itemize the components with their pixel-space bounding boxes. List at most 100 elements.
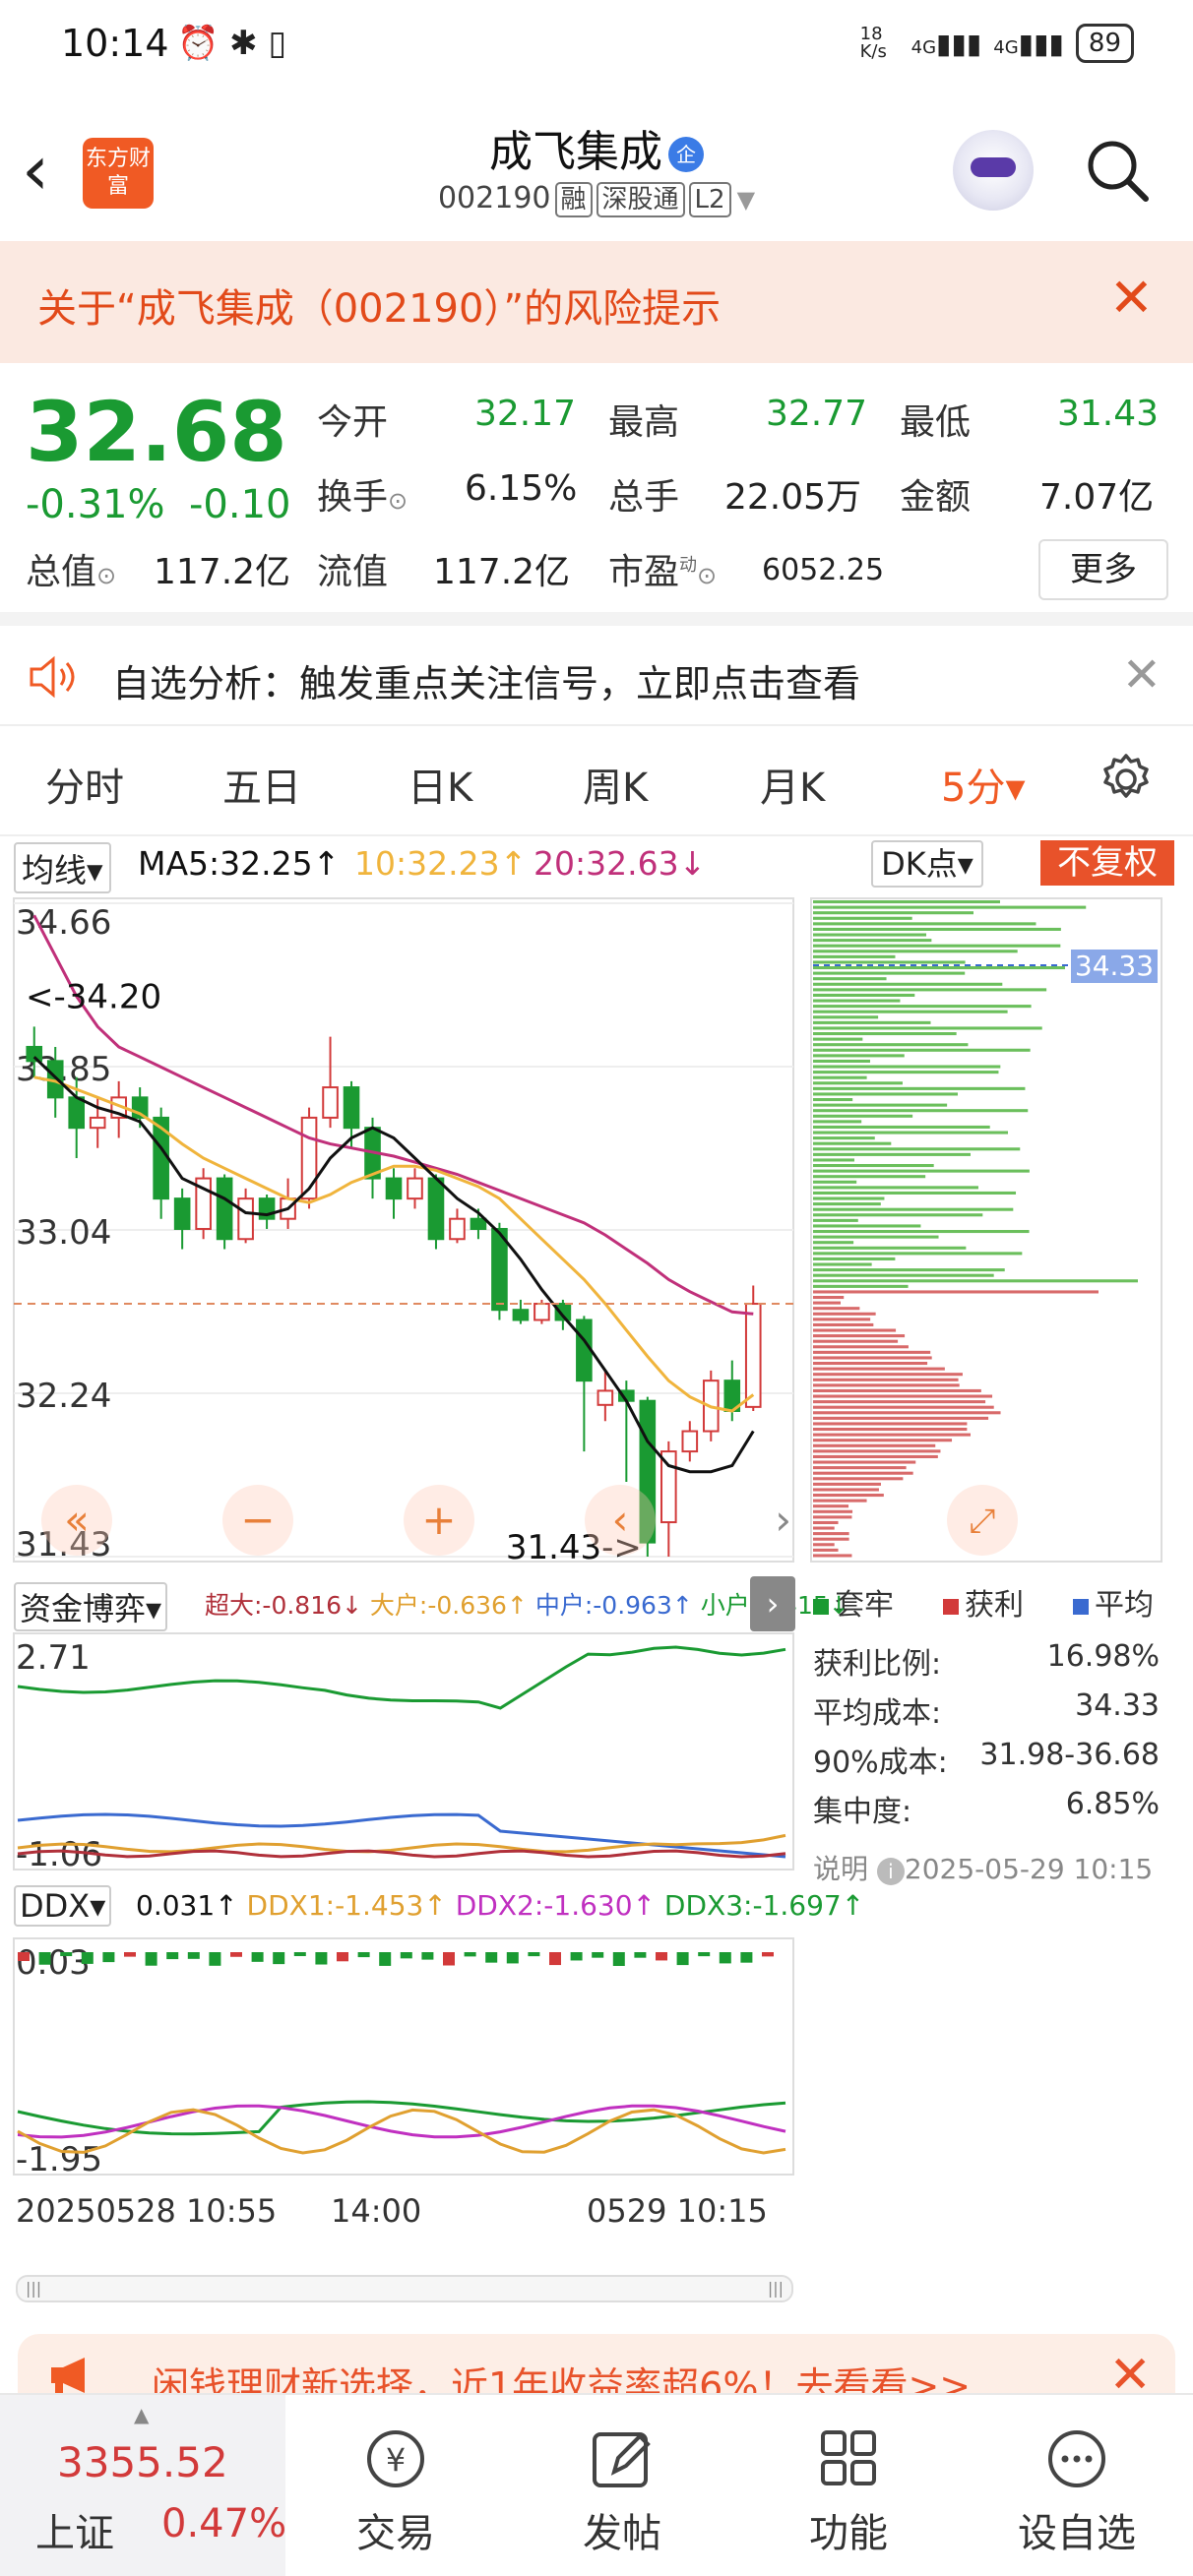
chip-bar bbox=[813, 1075, 867, 1079]
chart-scrollbar[interactable]: ||| ||| bbox=[16, 2275, 793, 2302]
mktcap-label[interactable]: 总值⊙ bbox=[26, 543, 116, 594]
chip-bar bbox=[813, 1543, 835, 1547]
float-label: 流值 bbox=[317, 552, 389, 592]
high-annotation: <-34.20 bbox=[26, 978, 161, 1017]
chip-bar bbox=[813, 1268, 1005, 1272]
ddx-value: 0.031↑ bbox=[136, 1889, 238, 1922]
stock-header: ‹ 东方财富 成飞集成企 002190 融深股通 L2 ▼ bbox=[0, 98, 1193, 241]
chip-bar bbox=[813, 1180, 857, 1184]
ddx3-value: DDX3:-1.697↑ bbox=[663, 1889, 865, 1922]
chip-bar bbox=[813, 911, 974, 915]
tab-daily-k[interactable]: 日K bbox=[408, 756, 472, 813]
funds-super: 超大:-0.816↓ bbox=[205, 1591, 362, 1620]
gear-icon[interactable] bbox=[1099, 752, 1154, 807]
more-dots-icon bbox=[1048, 2430, 1105, 2487]
chip-bar bbox=[813, 939, 932, 943]
step-back-button-glyph: ‹ bbox=[612, 1496, 629, 1544]
chip-bar bbox=[813, 1334, 906, 1338]
ddx-bar bbox=[81, 1952, 94, 1964]
risk-banner[interactable]: 关于“成飞集成（002190）”的风险提示 ✕ bbox=[0, 241, 1193, 363]
tab-five-day[interactable]: 五日 bbox=[222, 756, 301, 813]
info-icon: i bbox=[876, 1858, 905, 1885]
more-button[interactable]: 更多 bbox=[1038, 539, 1168, 600]
chip-bar bbox=[813, 1499, 867, 1503]
ddx-bar bbox=[209, 1952, 221, 1966]
chip-bar bbox=[813, 1054, 905, 1058]
assistant-robot-icon[interactable] bbox=[953, 130, 1034, 211]
chip-bar bbox=[813, 1224, 921, 1228]
pe-value: 6052.25 bbox=[762, 553, 885, 587]
high-value: 32.77 bbox=[766, 394, 868, 434]
index-ticker[interactable]: ▲ 3355.52 上证 0.47% bbox=[0, 2395, 286, 2576]
chip-bar bbox=[813, 1532, 849, 1536]
chip-bar bbox=[813, 1428, 968, 1432]
nav-trade-label: 交易 bbox=[356, 2511, 435, 2556]
search-icon[interactable] bbox=[1083, 136, 1152, 205]
chip-note[interactable]: 说明 i 2025-05-29 10:15 bbox=[813, 1848, 1153, 1887]
chip-distribution: 34.33 ⤢ bbox=[810, 897, 1162, 1563]
scroll-handle-right[interactable]: ||| bbox=[768, 2279, 784, 2298]
chevron-right-icon[interactable]: › bbox=[750, 1576, 795, 1631]
legend-profit: 获利 bbox=[943, 1580, 1024, 1624]
candle-body bbox=[68, 1096, 86, 1130]
price-adjust-button[interactable]: 不复权 bbox=[1040, 840, 1174, 886]
subchart-frame bbox=[13, 1937, 794, 2176]
chip-bar bbox=[813, 1471, 913, 1475]
kline-chart[interactable]: 34.6633.8533.0432.2431.43<-34.2031.43->«… bbox=[0, 890, 799, 1569]
ddx-items: 0.031↑ DDX1:-1.453↑ DDX2:-1.630↑ DDX3:-1… bbox=[136, 1889, 864, 1922]
chip-bar bbox=[813, 1218, 858, 1222]
nav-add-watchlist[interactable]: 设自选 bbox=[978, 2395, 1175, 2576]
time-axis-end: 0529 10:15 bbox=[587, 2192, 768, 2230]
watchlist-notice[interactable]: 自选分析：触发重点关注信号，立即点击查看 ✕ bbox=[0, 626, 1193, 724]
pe-label[interactable]: 市盈动⊙ bbox=[608, 543, 717, 594]
close-icon[interactable]: ✕ bbox=[1109, 267, 1154, 329]
chip-bar bbox=[813, 916, 912, 920]
y-tick-label: -1.06 bbox=[16, 1835, 102, 1874]
zoom-in-button-glyph: + bbox=[421, 1496, 456, 1544]
funds-large: 大户:-0.636↑ bbox=[369, 1591, 528, 1620]
nav-post[interactable]: 发帖 bbox=[524, 2395, 721, 2576]
turnover-label[interactable]: 换手⊙ bbox=[317, 468, 408, 520]
tab-weekly-k[interactable]: 周K bbox=[583, 756, 648, 813]
ddx-select[interactable]: DDX▾ bbox=[14, 1885, 112, 1927]
chip-bar bbox=[813, 1125, 990, 1129]
qi-badge: 企 bbox=[668, 137, 704, 172]
low-label: 最低 bbox=[900, 402, 972, 443]
chip-bar bbox=[813, 905, 1087, 909]
chip-bar bbox=[813, 1509, 853, 1513]
chip-bar bbox=[813, 1026, 1042, 1030]
ddx-bar bbox=[592, 1952, 604, 1958]
chip-bar bbox=[813, 1213, 983, 1217]
chip-bar bbox=[813, 1257, 896, 1260]
tab-intraday[interactable]: 分时 bbox=[45, 756, 124, 813]
chip-bar bbox=[813, 1526, 835, 1530]
chip-bar bbox=[813, 977, 887, 981]
mktcap-value: 117.2亿 bbox=[154, 552, 291, 592]
chip-bar bbox=[813, 1416, 989, 1420]
chip-bar bbox=[813, 1520, 839, 1524]
chip-bar bbox=[813, 966, 1065, 970]
current-price: 32.68 bbox=[26, 384, 287, 480]
robot-eye bbox=[971, 157, 1016, 177]
scroll-handle-left[interactable]: ||| bbox=[26, 2279, 41, 2298]
chip-bar bbox=[813, 1477, 904, 1481]
nav-functions[interactable]: 功能 bbox=[750, 2395, 947, 2576]
ddx-chart[interactable]: 0.03 -1.95 bbox=[0, 1934, 799, 2180]
candle-body bbox=[237, 1197, 254, 1241]
ma-select[interactable]: 均线▾ bbox=[14, 842, 111, 893]
ddx-bar bbox=[719, 1952, 731, 1964]
ddx2-value: DDX2:-1.630↑ bbox=[455, 1889, 656, 1922]
funds-select[interactable]: 资金博弈▾ bbox=[14, 1582, 168, 1631]
chip-bar bbox=[813, 1328, 897, 1332]
funds-chart[interactable]: 2.71 -1.06 bbox=[0, 1629, 799, 1875]
tab-monthly-k[interactable]: 月K bbox=[760, 756, 825, 813]
nav-trade[interactable]: ¥ 交易 bbox=[297, 2395, 494, 2576]
dk-point-select[interactable]: DK点▾ bbox=[871, 840, 983, 888]
chip-bar bbox=[813, 1312, 876, 1316]
close-icon[interactable]: ✕ bbox=[1122, 647, 1162, 703]
chip-bar bbox=[813, 1279, 1138, 1283]
candle-body bbox=[173, 1197, 191, 1230]
tab-5min[interactable]: 5分▾ bbox=[941, 756, 1026, 813]
ddx-bar bbox=[506, 1952, 519, 1964]
chip-bar bbox=[813, 1373, 963, 1377]
